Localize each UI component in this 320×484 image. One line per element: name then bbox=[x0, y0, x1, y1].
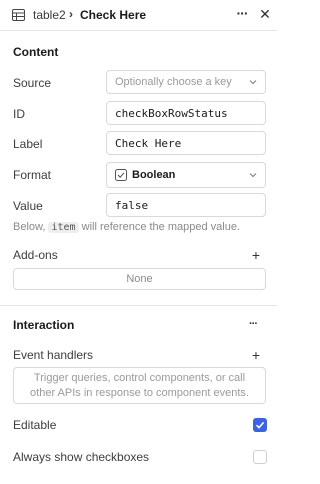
checkbox-format-icon bbox=[115, 169, 127, 181]
format-select[interactable]: Boolean bbox=[106, 162, 266, 188]
label-input[interactable]: Check Here bbox=[106, 131, 266, 155]
mapped-value-hint: Below, item will reference the mapped va… bbox=[13, 221, 240, 233]
hint-code-item: item bbox=[48, 222, 79, 233]
source-select[interactable]: Optionally choose a key bbox=[106, 70, 266, 94]
breadcrumb-separator: › bbox=[69, 7, 73, 21]
always-show-checkboxes-label: Always show checkboxes bbox=[13, 450, 150, 464]
hint-prefix: Below, bbox=[13, 221, 46, 233]
format-label: Format bbox=[13, 168, 52, 182]
always-show-checkboxes-checkbox[interactable] bbox=[253, 450, 267, 464]
close-icon[interactable]: ✕ bbox=[257, 6, 273, 22]
inspector-header: table2 › Check Here ··· ✕ bbox=[0, 0, 277, 31]
more-horizontal-icon[interactable]: ··· bbox=[232, 4, 252, 24]
id-label: ID bbox=[13, 107, 25, 121]
addons-label: Add-ons bbox=[13, 248, 58, 262]
event-handlers-label: Event handlers bbox=[13, 348, 94, 362]
more-horizontal-icon[interactable]: ··· bbox=[249, 318, 258, 330]
label-label: Label bbox=[13, 137, 43, 151]
event-handlers-empty-box[interactable]: Trigger queries, control components, or … bbox=[13, 367, 266, 404]
add-event-handler-plus-icon[interactable]: + bbox=[250, 348, 262, 362]
table-icon bbox=[12, 9, 25, 21]
chevron-down-icon bbox=[249, 80, 257, 85]
addons-empty-text: None bbox=[126, 273, 153, 285]
event-handlers-empty-line1: Trigger queries, control components, or … bbox=[33, 372, 246, 384]
id-input[interactable]: checkBoxRowStatus bbox=[106, 101, 266, 125]
format-value: Boolean bbox=[132, 169, 176, 181]
editable-checkbox[interactable] bbox=[253, 418, 267, 432]
content-section-title: Content bbox=[13, 45, 59, 59]
source-placeholder: Optionally choose a key bbox=[115, 76, 232, 88]
source-label: Source bbox=[13, 76, 52, 90]
checkmark-icon bbox=[255, 421, 265, 429]
interaction-section-title: Interaction bbox=[13, 318, 75, 332]
event-handlers-empty-line2: other APIs in response to component even… bbox=[30, 387, 249, 399]
hint-suffix: will reference the mapped value. bbox=[81, 221, 241, 233]
chevron-down-icon bbox=[249, 173, 257, 178]
breadcrumb-parent[interactable]: table2 bbox=[33, 8, 66, 22]
addons-empty-box: None bbox=[13, 268, 266, 290]
value-label: Value bbox=[13, 199, 43, 213]
add-addon-plus-icon[interactable]: + bbox=[250, 248, 262, 262]
editable-label: Editable bbox=[13, 418, 57, 432]
value-input[interactable]: false bbox=[106, 193, 266, 217]
id-value: checkBoxRowStatus bbox=[115, 107, 228, 120]
section-divider bbox=[0, 305, 277, 306]
page-title[interactable]: Check Here bbox=[80, 8, 146, 22]
value-value: false bbox=[115, 199, 149, 212]
label-value: Check Here bbox=[115, 137, 182, 150]
